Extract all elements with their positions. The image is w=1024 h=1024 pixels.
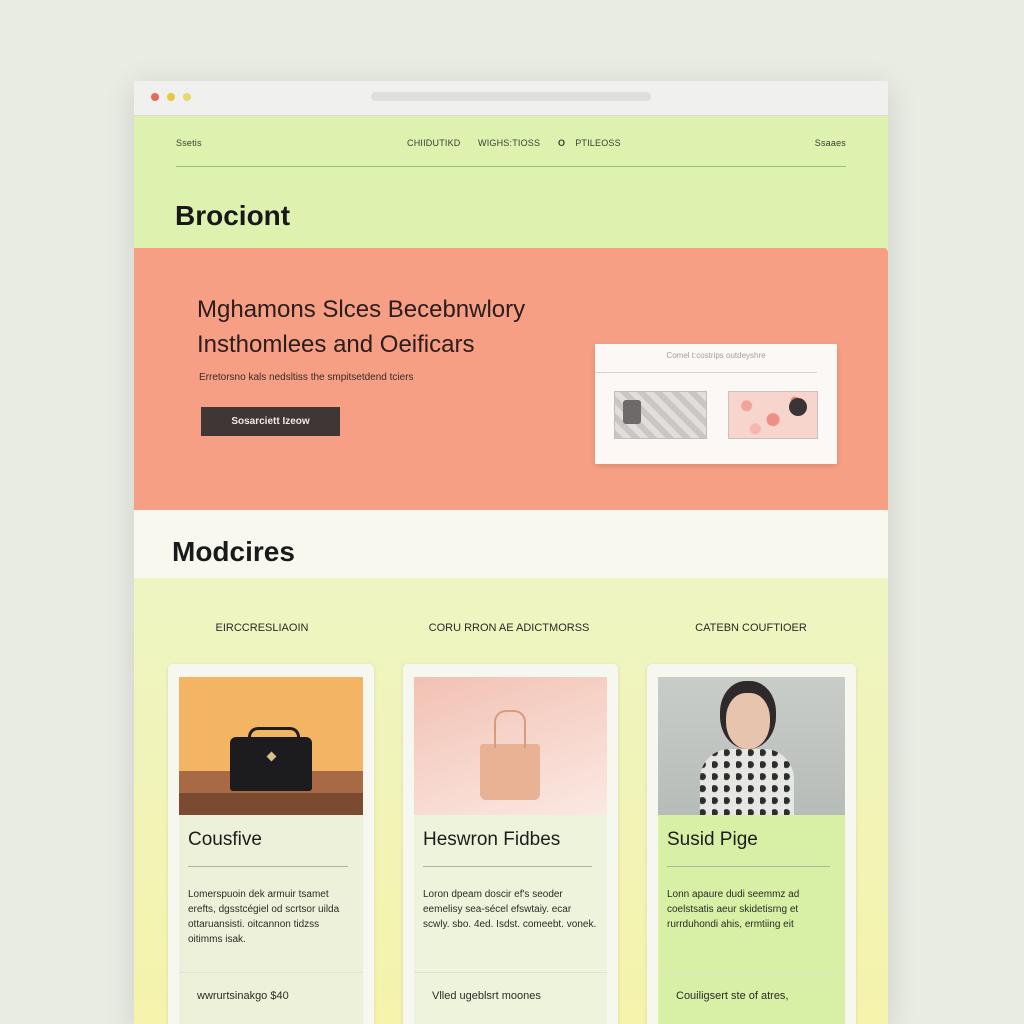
nav-item-3-label: PTILEOSS (575, 138, 621, 148)
nav-item-3[interactable]: O PTILEOSS (558, 138, 621, 148)
modules-header: Modcires (134, 510, 888, 578)
hero-preview-card[interactable]: Comel t:costrips outdeyshre (595, 344, 837, 464)
hero-subtext: Erretorsno kals nedsltiss the smpitsetde… (199, 372, 414, 383)
maximize-window-icon[interactable] (183, 93, 191, 101)
hero-headline-line-2: Insthomlees and Oeificars (197, 331, 475, 358)
preview-divider (595, 372, 817, 373)
browser-window: Ssetis CHIIDUTIKD WIGHS:TIOSS O PTILEOSS … (134, 81, 888, 1024)
card-footer-text[interactable]: Vlled ugeblsrt moones (432, 990, 541, 1002)
hero-banner: Mghamons Slces Becebnwlory Insthomlees a… (134, 248, 888, 510)
preview-thumbnail-2[interactable] (728, 391, 818, 439)
card-footer: Vlled ugeblsrt moones (414, 972, 607, 1024)
nav-left-link[interactable]: Ssetis (176, 138, 202, 148)
hero-headline: Mghamons Slces Becebnwlory Insthomlees a… (197, 292, 525, 362)
black-bag-image (230, 727, 312, 791)
column-heading-1: EIRCCRESLIAOIN (215, 622, 309, 634)
hero-headline-line-1: Mghamons Slces Becebnwlory (197, 296, 526, 323)
card-divider (423, 866, 592, 867)
modules-section: EIRCCRESLIAOIN CORU RRON AE ADICTMORSS C… (134, 578, 888, 1024)
preview-title: Comel t:costrips outdeyshre (666, 351, 766, 360)
card-body: Susid Pige Lonn apaure dudi seemmz ad co… (658, 815, 845, 1024)
person-body-image (700, 749, 794, 815)
card-title: Cousfive (188, 829, 262, 850)
card-body: Cousfive Lomerspuoin dek armuir tsamet e… (179, 815, 363, 1024)
close-window-icon[interactable] (151, 93, 159, 101)
nav-item-3-glyph: O (558, 138, 566, 148)
portrait-image[interactable] (658, 677, 845, 815)
minimize-window-icon[interactable] (167, 93, 175, 101)
person-head-image (726, 693, 770, 749)
card-footer-text[interactable]: wwrurtsinakgo $40 (197, 990, 289, 1002)
product-image-pink-bag[interactable] (414, 677, 607, 815)
card-divider (188, 866, 348, 867)
modules-title: Modcires (172, 536, 295, 567)
card-description: Loron dpeam doscir ef's seoder eemelisy … (423, 889, 597, 930)
card-description: Lonn apaure dudi seemmz ad coelstsatis a… (667, 889, 800, 930)
card-title: Heswron Fidbes (423, 829, 561, 850)
product-image-black-bag[interactable] (179, 677, 363, 815)
column-heading-3: CATEBN COUFTIOER (695, 622, 807, 634)
module-card-3[interactable]: Susid Pige Lonn apaure dudi seemmz ad co… (647, 664, 856, 1024)
module-card-2[interactable]: Heswron Fidbes Loron dpeam doscir ef's s… (403, 664, 618, 1024)
address-bar[interactable] (371, 92, 651, 101)
nav-item-2[interactable]: WIGHS:TIOSS (478, 138, 540, 148)
nav-right-link[interactable]: Ssaaes (815, 138, 846, 148)
card-footer: wwrurtsinakgo $40 (179, 972, 363, 1024)
card-footer: Couiligsert ste of atres, (658, 972, 845, 1024)
card-description: Lomerspuoin dek armuir tsamet erefts, dg… (188, 889, 340, 945)
top-section: Ssetis CHIIDUTIKD WIGHS:TIOSS O PTILEOSS … (134, 116, 888, 249)
card-footer-text[interactable]: Couiligsert ste of atres, (676, 990, 789, 1002)
card-body: Heswron Fidbes Loron dpeam doscir ef's s… (414, 815, 607, 1024)
nav-item-1[interactable]: CHIIDUTIKD (407, 138, 461, 148)
top-navigation: Ssetis CHIIDUTIKD WIGHS:TIOSS O PTILEOSS … (176, 116, 846, 167)
module-card-1[interactable]: Cousfive Lomerspuoin dek armuir tsamet e… (168, 664, 374, 1024)
hero-cta-button[interactable]: Sosarciett Izeow (201, 407, 340, 436)
pink-bag-image (480, 710, 540, 800)
card-divider (667, 866, 830, 867)
card-title: Susid Pige (667, 829, 758, 850)
title-bar (134, 81, 888, 116)
preview-thumbnail-1[interactable] (614, 391, 707, 439)
brand-title: Brociont (175, 200, 291, 231)
column-heading-2: CORU RRON AE ADICTMORSS (428, 622, 590, 634)
